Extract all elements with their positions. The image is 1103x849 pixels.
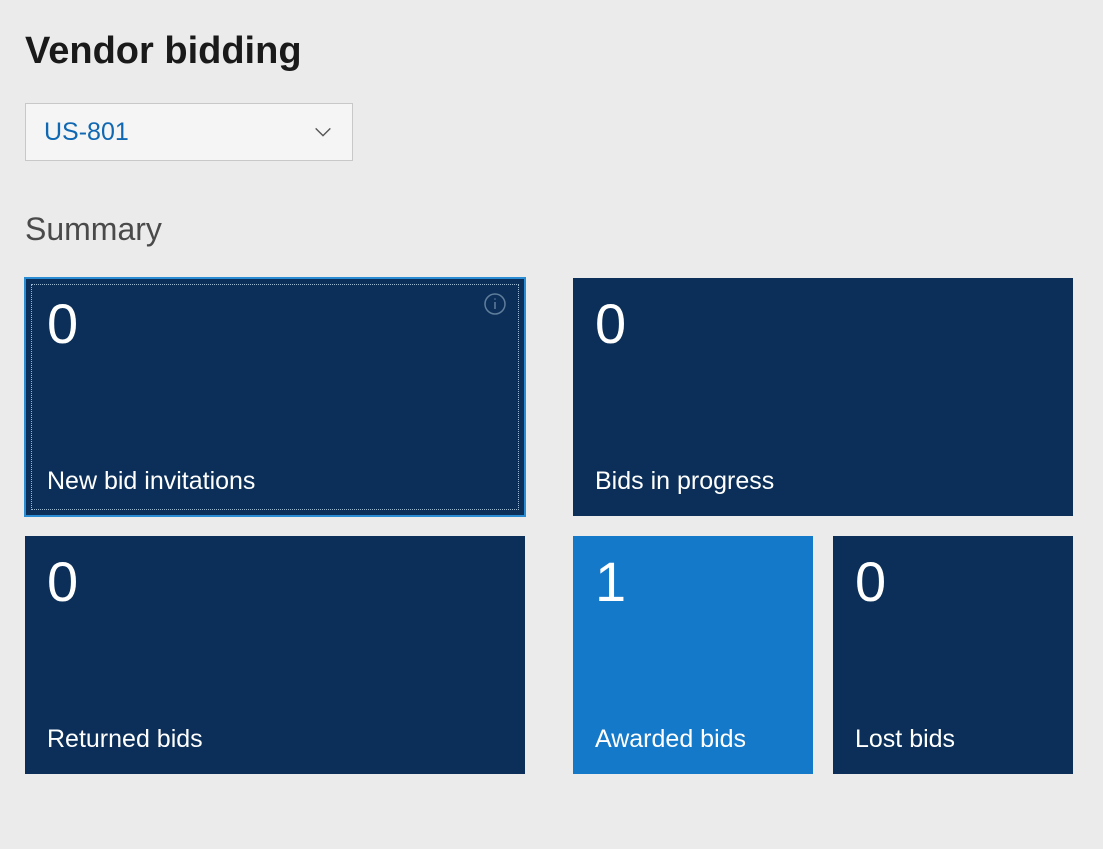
tile-label: Bids in progress: [595, 467, 1051, 496]
chevron-down-icon: [312, 121, 334, 143]
tile-count: 0: [855, 554, 1051, 610]
page-title: Vendor bidding: [25, 30, 1078, 73]
tile-column-left: 0 New bid invitations 0 Returned bids: [25, 278, 525, 774]
tile-awarded-bids[interactable]: 1 Awarded bids: [573, 536, 813, 774]
tile-label: Returned bids: [47, 725, 503, 754]
tile-row-bottom: 1 Awarded bids 0 Lost bids: [573, 536, 1073, 774]
tile-returned-bids[interactable]: 0 Returned bids: [25, 536, 525, 774]
vendor-selector-dropdown[interactable]: US-801: [25, 103, 353, 161]
tile-bids-in-progress[interactable]: 0 Bids in progress: [573, 278, 1073, 516]
tile-label: New bid invitations: [47, 467, 503, 496]
tile-count: 0: [47, 554, 503, 610]
tile-label: Awarded bids: [595, 725, 791, 754]
tile-lost-bids[interactable]: 0 Lost bids: [833, 536, 1073, 774]
tile-count: 0: [47, 296, 503, 352]
dropdown-selected-value: US-801: [44, 118, 129, 147]
summary-tiles-grid: 0 New bid invitations 0 Returned bids 0 …: [25, 278, 1078, 774]
summary-section-title: Summary: [25, 211, 1078, 248]
tile-count: 1: [595, 554, 791, 610]
tile-column-right: 0 Bids in progress 1 Awarded bids 0 Lost…: [573, 278, 1073, 774]
info-icon: [483, 292, 507, 316]
tile-label: Lost bids: [855, 725, 1051, 754]
tile-new-bid-invitations[interactable]: 0 New bid invitations: [25, 278, 525, 516]
tile-count: 0: [595, 296, 1051, 352]
